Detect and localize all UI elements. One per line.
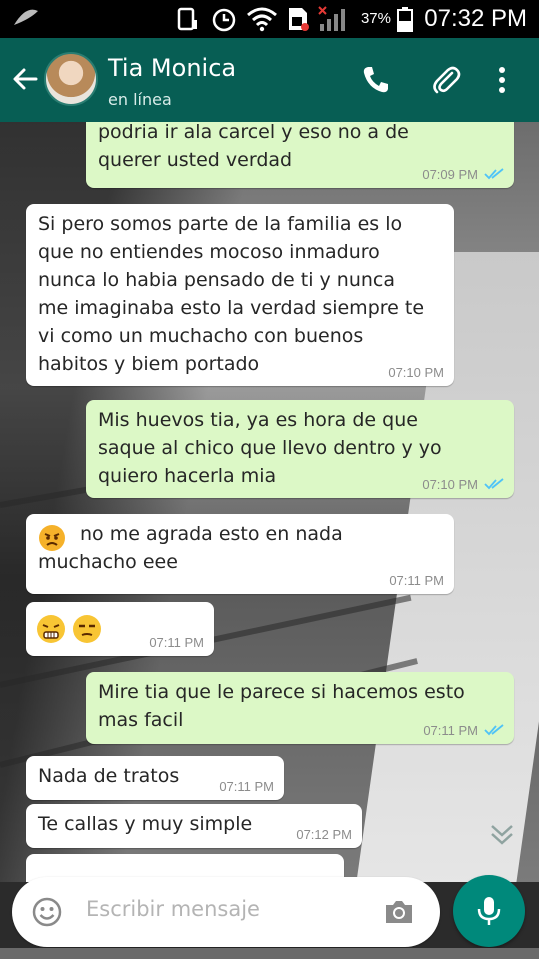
bottom-edge (0, 948, 539, 959)
microphone-icon (477, 897, 501, 925)
vibrate-icon (177, 7, 197, 31)
message-bubble-outgoing[interactable]: podria ir ala carcel y eso no a de quere… (86, 122, 514, 188)
message-input-placeholder[interactable]: Escribir mensaje (86, 897, 260, 921)
chat-area[interactable]: podria ir ala carcel y eso no a de quere… (0, 122, 539, 882)
message-time: 07:11 PM (219, 779, 274, 794)
steam-face-emoji (36, 614, 66, 648)
message-meta: 07:12 PM (296, 827, 352, 842)
attach-icon[interactable] (430, 64, 462, 96)
message-bubble-outgoing[interactable]: Mire tia que le parece si hacemos esto m… (86, 672, 514, 744)
mic-button[interactable] (453, 875, 525, 947)
signal-icon (318, 6, 345, 31)
back-arrow-icon[interactable] (10, 64, 40, 94)
chat-header: Tia Monica en línea (0, 38, 539, 122)
message-text: Si pero somos parte de la familia es lo … (38, 213, 425, 375)
angry-face-emoji (38, 524, 66, 556)
message-meta: 07:11 PM (423, 723, 504, 738)
message-bubble-incoming[interactable]: Nada de tratos 07:11 PM (26, 756, 284, 800)
battery-percent: 37% (360, 10, 391, 27)
message-meta: 07:10 PM (422, 477, 504, 492)
unamused-face-emoji (72, 614, 102, 648)
message-bubble-incoming[interactable]: 07:11 PM (26, 602, 214, 656)
message-bubble-incoming[interactable]: Te callas y muy simple 07:12 PM (26, 804, 362, 848)
wifi-icon (247, 7, 277, 32)
battery-icon (397, 7, 413, 32)
message-time: 07:12 PM (296, 827, 352, 842)
message-input-bar[interactable]: Escribir mensaje (12, 877, 440, 947)
clock: 07:32 PM (424, 5, 527, 32)
scroll-down-icon[interactable] (487, 820, 517, 850)
message-time: 07:11 PM (423, 723, 478, 738)
message-time: 07:11 PM (149, 635, 204, 650)
message-bubble-incoming[interactable]: no me agrada esto en nada muchacho eee 0… (26, 514, 454, 594)
message-text: no me agrada esto en nada muchacho eee (38, 523, 343, 573)
message-time: 07:10 PM (422, 477, 478, 492)
status-bar: 37% 07:32 PM (0, 0, 539, 38)
phone-icon[interactable] (360, 64, 392, 96)
message-time: 07:10 PM (388, 365, 444, 380)
message-bubble-incoming[interactable]: Si pero somos parte de la familia es lo … (26, 204, 454, 386)
camera-icon[interactable] (382, 895, 416, 929)
read-ticks-icon (484, 168, 504, 180)
notification-icon (14, 9, 38, 25)
message-time: 07:11 PM (389, 573, 444, 588)
message-time: 07:09 PM (422, 167, 478, 182)
alarm-icon (212, 8, 236, 32)
message-meta: 07:11 PM (389, 573, 444, 588)
message-bubble-outgoing[interactable]: Mis huevos tia, ya es hora de que saque … (86, 400, 514, 498)
message-meta: 07:09 PM (422, 167, 504, 182)
message-meta: 07:11 PM (219, 779, 274, 794)
more-options-icon[interactable] (492, 64, 512, 96)
sim-card-icon (289, 8, 309, 31)
message-meta: 07:11 PM (149, 635, 204, 650)
contact-status: en línea (108, 90, 172, 109)
contact-avatar[interactable] (44, 52, 98, 106)
contact-name[interactable]: Tia Monica (108, 54, 236, 82)
emoji-icon[interactable] (32, 897, 62, 927)
read-ticks-icon (484, 724, 504, 736)
message-meta: 07:10 PM (388, 365, 444, 380)
read-ticks-icon (484, 478, 504, 490)
